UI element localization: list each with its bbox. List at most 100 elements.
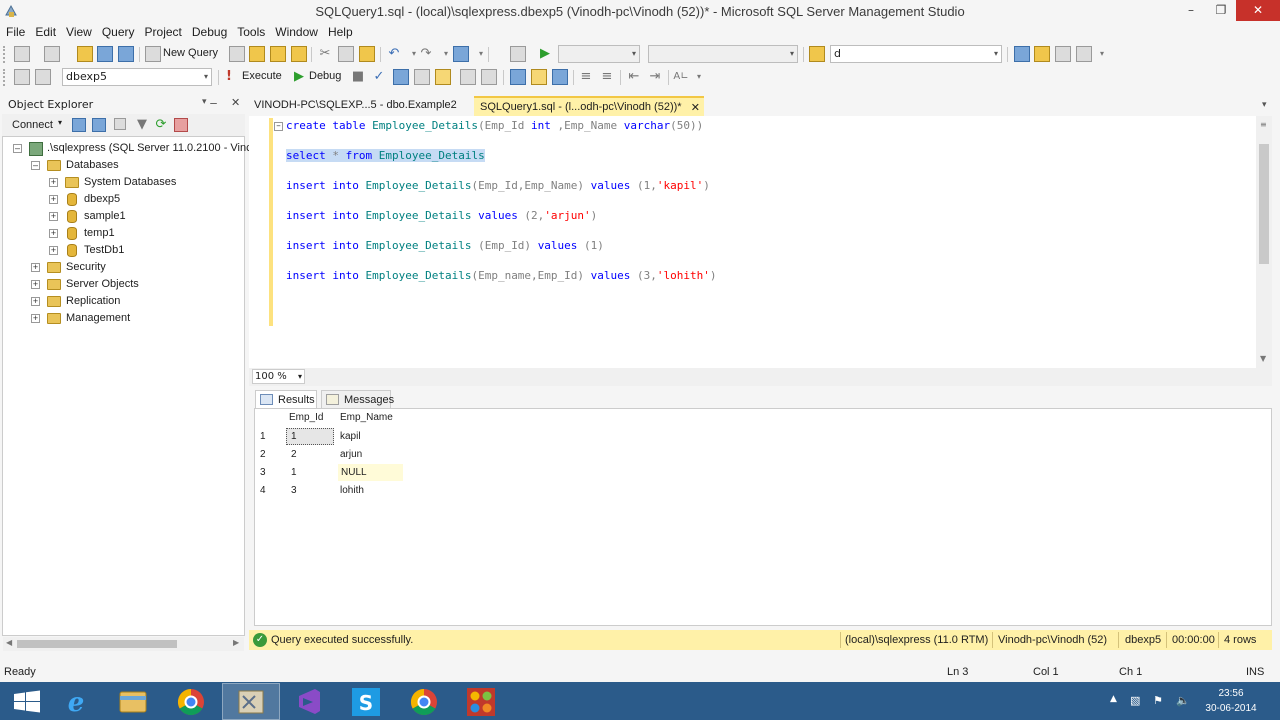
execute-button[interactable]: Execute (242, 70, 282, 82)
cell-emp-name[interactable]: arjun (340, 449, 362, 460)
new-query-icon[interactable] (145, 46, 161, 62)
dmx-query-icon[interactable] (291, 46, 307, 62)
row-number[interactable]: 1 (260, 431, 266, 442)
menu-view[interactable]: View (61, 22, 97, 39)
solution-config-combo[interactable]: ▾ (558, 45, 640, 63)
navigate-dropdown-icon[interactable]: ▾ (473, 46, 489, 62)
tree-node-server[interactable]: – .\sqlexpress (SQL Server 11.0.2100 - V… (13, 141, 252, 157)
collapse-icon[interactable]: – (31, 161, 40, 170)
scroll-down-icon[interactable]: ▼ (1260, 354, 1266, 363)
cell-emp-name[interactable]: NULL (341, 467, 367, 478)
add-item-icon[interactable] (44, 46, 60, 62)
code-line-6[interactable]: insert into Employee_Details(Emp_name,Em… (286, 269, 717, 282)
menu-query[interactable]: Query (97, 22, 140, 39)
device-icon[interactable]: ▧ (1130, 694, 1140, 707)
toolbar-grip[interactable] (3, 69, 7, 86)
tab-results[interactable]: Results (255, 390, 317, 408)
results-to-file-icon[interactable] (552, 69, 568, 85)
uncomment-icon[interactable]: ≡ (599, 69, 615, 85)
comment-out-icon[interactable]: ≡ (578, 69, 594, 85)
copy-icon[interactable] (338, 46, 354, 62)
execute-icon[interactable]: ! (226, 69, 242, 85)
increase-indent-icon[interactable]: ⇥ (647, 69, 663, 85)
column-header-emp-name[interactable]: Emp_Name (340, 412, 393, 423)
expand-icon[interactable]: + (49, 246, 58, 255)
menu-edit[interactable]: Edit (30, 22, 61, 39)
menu-tools[interactable]: Tools (232, 22, 270, 39)
debug-icon[interactable]: ▶ (291, 69, 307, 85)
expand-icon[interactable]: + (49, 212, 58, 221)
tab-table-example2[interactable]: VINODH-PC\SQLEXP...5 - dbo.Example2 (248, 96, 468, 116)
new-query-button[interactable]: New Query (163, 47, 218, 59)
object-explorer-hscrollbar[interactable]: ◀ ▶ (3, 637, 244, 651)
explorer-icon[interactable] (104, 683, 162, 720)
activity-icon[interactable] (174, 118, 188, 132)
visual-studio-icon[interactable] (280, 683, 338, 720)
disconnect-explorer-icon[interactable] (92, 118, 106, 132)
filter-icon[interactable]: ▼ (134, 117, 150, 133)
save-icon[interactable] (97, 46, 113, 62)
specify-template-values-icon[interactable]: A∟ (673, 69, 689, 85)
database-selector[interactable]: dbexp5 ▾ (62, 68, 212, 86)
results-grid[interactable]: Emp_Id Emp_Name 1 1 kapil 2 2 arjun 3 1 … (254, 408, 1272, 626)
include-actual-plan-icon[interactable] (481, 69, 497, 85)
new-project-icon[interactable] (14, 46, 30, 62)
flag-icon[interactable]: ⚑ (1153, 694, 1163, 707)
tab-messages[interactable]: Messages (321, 390, 394, 408)
toolbar-grip[interactable] (3, 46, 7, 63)
cell-emp-id[interactable]: 1 (291, 431, 297, 442)
connect-button[interactable]: Connect (12, 119, 53, 131)
toolbar-options-icon[interactable]: ▾ (1094, 46, 1110, 62)
collapse-icon[interactable]: – (13, 144, 22, 153)
stop-icon[interactable] (114, 118, 126, 130)
expand-icon[interactable]: + (49, 229, 58, 238)
connect-icon[interactable] (14, 69, 30, 85)
menu-project[interactable]: Project (140, 22, 187, 39)
cell-emp-id[interactable]: 1 (291, 467, 297, 478)
toolbar-options-icon[interactable]: ▾ (691, 69, 707, 85)
open-file-icon[interactable] (77, 46, 93, 62)
menu-help[interactable]: Help (323, 22, 358, 39)
redo-dropdown-icon[interactable]: ▾ (438, 46, 454, 62)
cell-emp-id[interactable]: 2 (291, 449, 297, 460)
expand-icon[interactable]: + (31, 263, 40, 272)
menu-debug[interactable]: Debug (187, 22, 232, 39)
expand-icon[interactable]: + (31, 297, 40, 306)
object-explorer-close-icon[interactable]: ✕ (231, 96, 240, 109)
code-line-5[interactable]: insert into Employee_Details (Emp_Id) va… (286, 239, 604, 252)
find-in-files-icon[interactable] (809, 46, 825, 62)
debug-button[interactable]: Debug (309, 70, 341, 82)
cell-emp-id[interactable]: 3 (291, 485, 297, 496)
zoom-combo[interactable]: 100 % ▾ (252, 369, 305, 384)
scrollbar-thumb[interactable] (17, 640, 177, 648)
chrome-app-icon[interactable] (395, 683, 453, 720)
properties-window-icon[interactable] (1076, 46, 1092, 62)
undo-icon[interactable]: ↶ (386, 46, 402, 62)
cell-emp-name[interactable]: lohith (340, 485, 364, 496)
decrease-indent-icon[interactable]: ⇤ (626, 69, 642, 85)
scrollbar-thumb[interactable] (1259, 144, 1269, 264)
column-header-emp-id[interactable]: Emp_Id (289, 412, 323, 423)
expand-icon[interactable]: + (49, 195, 58, 204)
close-tab-icon[interactable]: ✕ (691, 101, 700, 114)
cut-icon[interactable]: ✂ (317, 46, 333, 62)
mdx-query-icon[interactable] (270, 46, 286, 62)
paste-icon[interactable] (359, 46, 375, 62)
menu-file[interactable]: File (0, 22, 30, 39)
intellisense-icon[interactable] (460, 69, 476, 85)
connect-explorer-icon[interactable] (72, 118, 86, 132)
row-number[interactable]: 3 (260, 467, 266, 478)
scroll-left-icon[interactable]: ◀ (6, 638, 12, 647)
solution-platform-combo[interactable]: ▾ (648, 45, 798, 63)
start-debug-icon[interactable]: ▶ (537, 46, 553, 62)
code-line-1[interactable]: create table Employee_Details(Emp_Id int… (286, 119, 703, 132)
close-button[interactable]: ✕ (1236, 0, 1280, 21)
code-line-4[interactable]: insert into Employee_Details values (2,'… (286, 209, 597, 222)
menu-window[interactable]: Window (270, 22, 323, 39)
parse-icon[interactable]: ✓ (371, 69, 387, 85)
outline-collapse-icon[interactable]: – (274, 122, 283, 131)
chrome-icon[interactable] (162, 683, 220, 720)
pin-icon[interactable]: ▾ ⚊ (202, 97, 217, 107)
apps-icon[interactable] (452, 683, 510, 720)
skype-icon[interactable]: S (337, 683, 395, 720)
